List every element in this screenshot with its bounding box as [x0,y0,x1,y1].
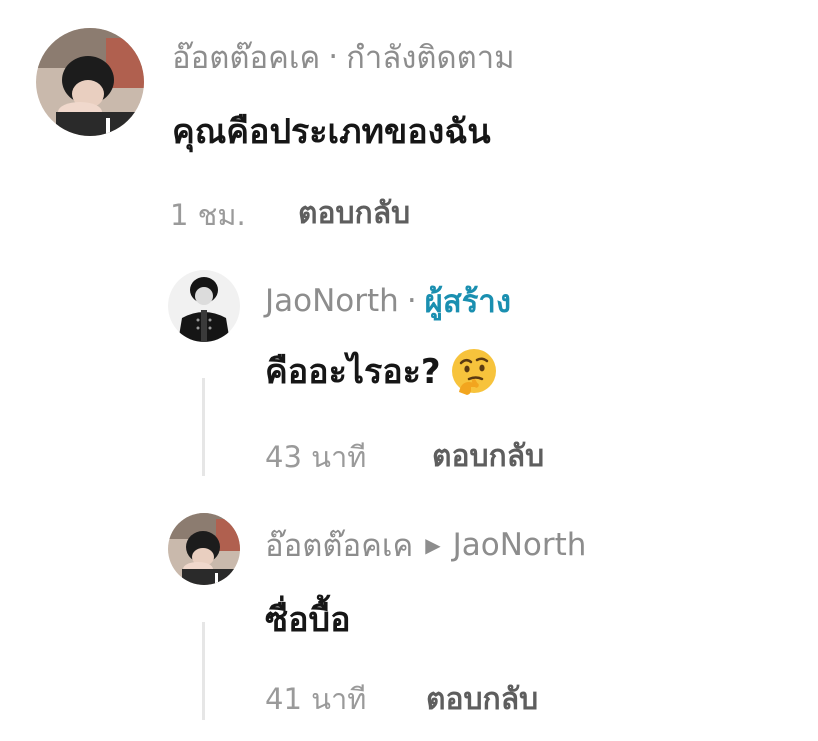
reply-arrow-icon: ▶ [425,533,441,557]
username[interactable]: อ๊อตต๊อคเค [265,520,413,570]
user-avatar[interactable] [36,28,144,136]
separator-dot: · [328,39,339,75]
comment-meta: อ๊อตต๊อคเค · กำลังติดตาม [172,32,515,82]
reply-time: 43 นาที [265,440,367,474]
comment-time: 1 ชม. [170,198,246,232]
reply-time: 41 นาที [265,682,367,716]
separator-dot: · [406,283,417,319]
reply-text-content: คืออะไรอะ? [265,352,441,392]
reply-button[interactable]: ตอบกลับ [426,676,538,723]
thinking-face-icon [449,346,499,396]
reply-meta: อ๊อตต๊อคเค ▶ JaoNorth [265,520,586,570]
creator-badge: ผู้สร้าง [424,284,511,320]
reply-text: คืออะไรอะ? [265,344,499,398]
username[interactable]: อ๊อตต๊อคเค [172,32,320,82]
reply-meta: JaoNorth · ผู้สร้าง [265,276,511,326]
reply-text: ซื่อบื้อ [265,600,351,640]
thread-line [202,378,205,476]
thread-line [202,622,205,720]
creator-avatar[interactable] [168,270,240,342]
reply-button[interactable]: ตอบกลับ [432,433,544,480]
user-avatar[interactable] [168,513,240,585]
username[interactable]: JaoNorth [265,283,399,319]
comment-text: คุณคือประเภทของฉัน [172,112,491,152]
reply-to-username[interactable]: JaoNorth [453,527,587,563]
reply-button[interactable]: ตอบกลับ [298,190,410,237]
following-status: กำลังติดตาม [346,40,515,76]
